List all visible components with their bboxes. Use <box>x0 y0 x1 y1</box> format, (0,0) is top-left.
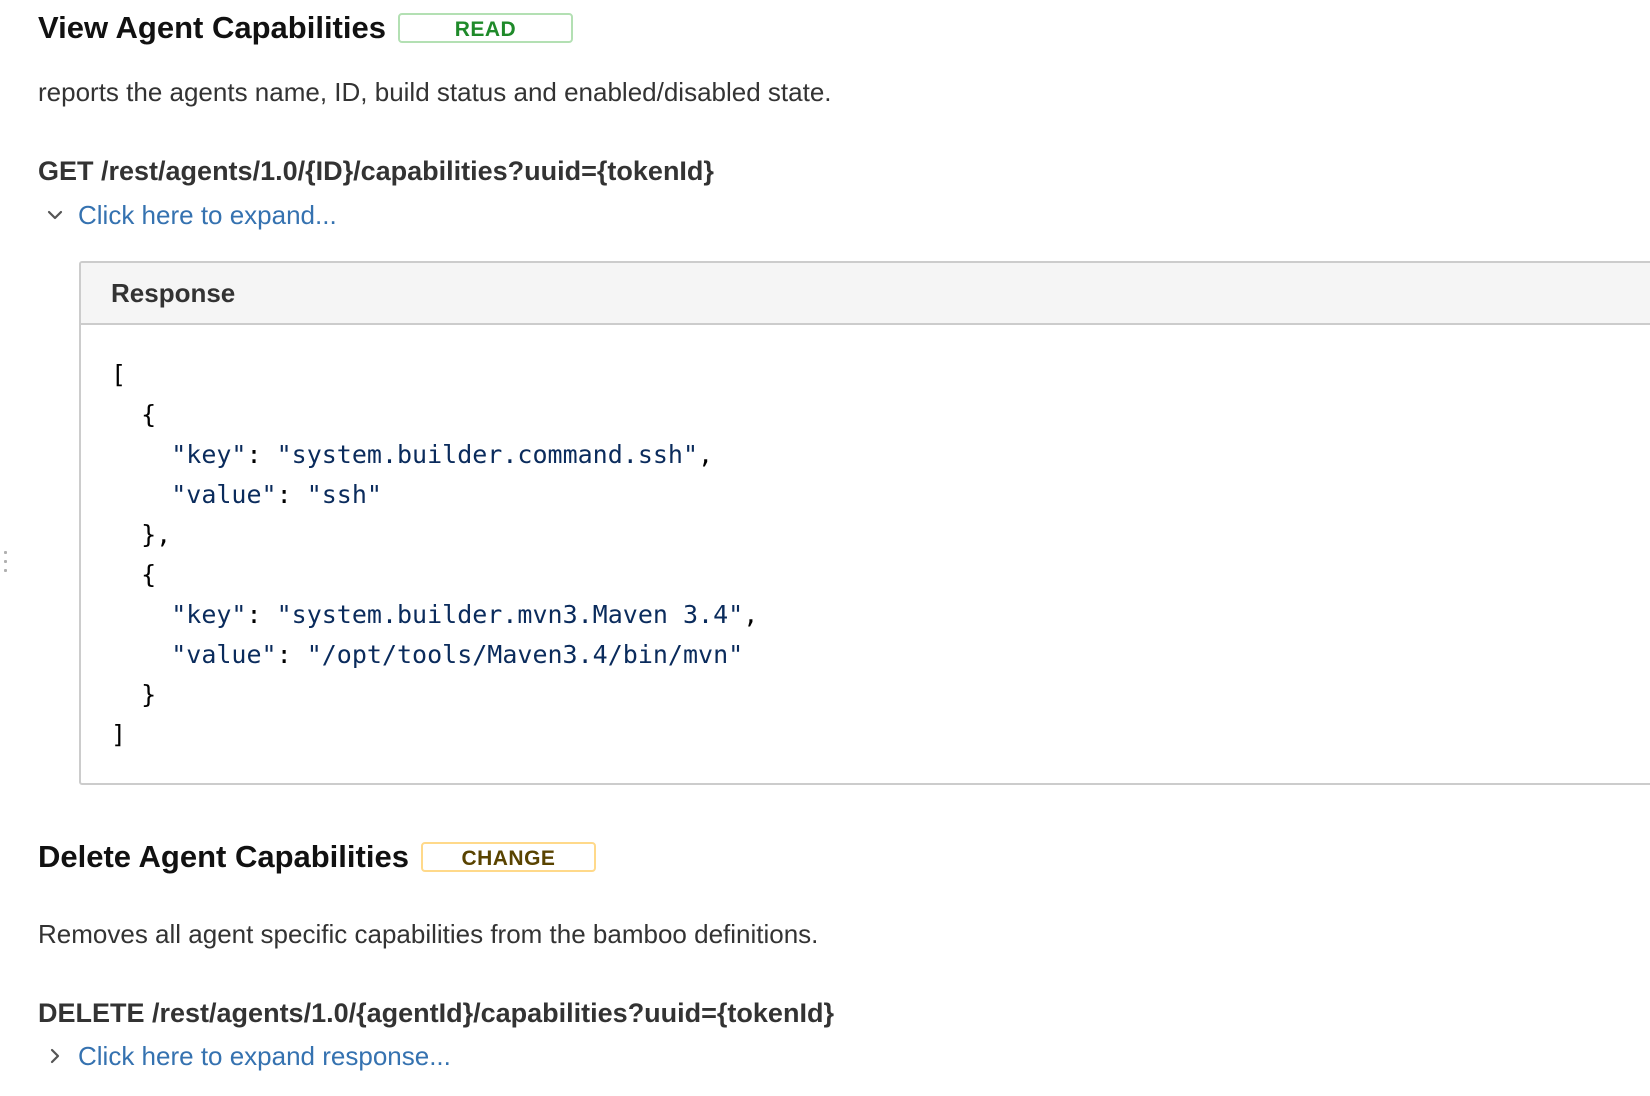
response-panel-title: Response <box>111 277 236 308</box>
page: View Agent Capabilities READ reports the… <box>0 0 1650 1096</box>
view-capabilities-description: reports the agents name, ID, build statu… <box>38 77 832 107</box>
view-capabilities-endpoint: GET /rest/agents/1.0/{ID}/capabilities?u… <box>38 156 714 186</box>
expand-link[interactable]: Click here to expand... <box>78 198 337 232</box>
code-open-brace: { <box>141 560 157 589</box>
code-close-brace-comma: }, <box>141 520 172 549</box>
response-code-block: [ { "key": "system.builder.command.ssh",… <box>81 325 1650 755</box>
chevron-right-icon[interactable] <box>44 1045 66 1067</box>
code-key-value: "system.builder.mvn3.Maven 3.4" <box>276 600 744 629</box>
delete-capabilities-heading-row: Delete Agent Capabilities CHANGE <box>38 837 596 877</box>
response-panel-header: Response <box>81 263 1650 325</box>
delete-capabilities-title: Delete Agent Capabilities <box>38 839 409 874</box>
expand-response-link[interactable]: Click here to expand response... <box>78 1039 451 1073</box>
delete-capabilities-expander[interactable]: Click here to expand response... <box>38 1039 451 1073</box>
code-value-value: "ssh" <box>306 480 382 509</box>
change-badge: CHANGE <box>420 842 596 872</box>
code-close-brace: } <box>141 680 157 709</box>
delete-capabilities-endpoint-block: DELETE /rest/agents/1.0/{agentId}/capabi… <box>38 996 834 1030</box>
view-capabilities-expander[interactable]: Click here to expand... <box>38 198 337 232</box>
code-open-bracket: [ <box>111 360 127 389</box>
resize-grip-icon[interactable] <box>4 551 10 581</box>
chevron-down-icon[interactable] <box>44 204 66 226</box>
code-value-value: "/opt/tools/Maven3.4/bin/mvn" <box>306 640 744 669</box>
code-key-label: "key" <box>171 440 247 469</box>
delete-capabilities-description: Removes all agent specific capabilities … <box>38 919 819 949</box>
delete-capabilities-description-block: Removes all agent specific capabilities … <box>38 918 818 950</box>
view-capabilities-endpoint-block: GET /rest/agents/1.0/{ID}/capabilities?u… <box>38 154 714 188</box>
view-capabilities-description-block: reports the agents name, ID, build statu… <box>38 76 832 108</box>
view-capabilities-heading-row: View Agent Capabilities READ <box>38 8 573 48</box>
code-value-label: "value" <box>171 480 277 509</box>
response-panel: Response [ { "key": "system.builder.comm… <box>79 261 1650 785</box>
code-value-label: "value" <box>171 640 277 669</box>
code-key-label: "key" <box>171 600 247 629</box>
code-open-brace: { <box>141 400 157 429</box>
code-key-value: "system.builder.command.ssh" <box>276 440 699 469</box>
code-close-bracket: ] <box>111 720 127 749</box>
read-badge: READ <box>397 13 573 43</box>
delete-capabilities-endpoint: DELETE /rest/agents/1.0/{agentId}/capabi… <box>38 998 834 1028</box>
view-capabilities-title: View Agent Capabilities <box>38 10 386 45</box>
json-code: [ { "key": "system.builder.command.ssh",… <box>111 360 759 749</box>
